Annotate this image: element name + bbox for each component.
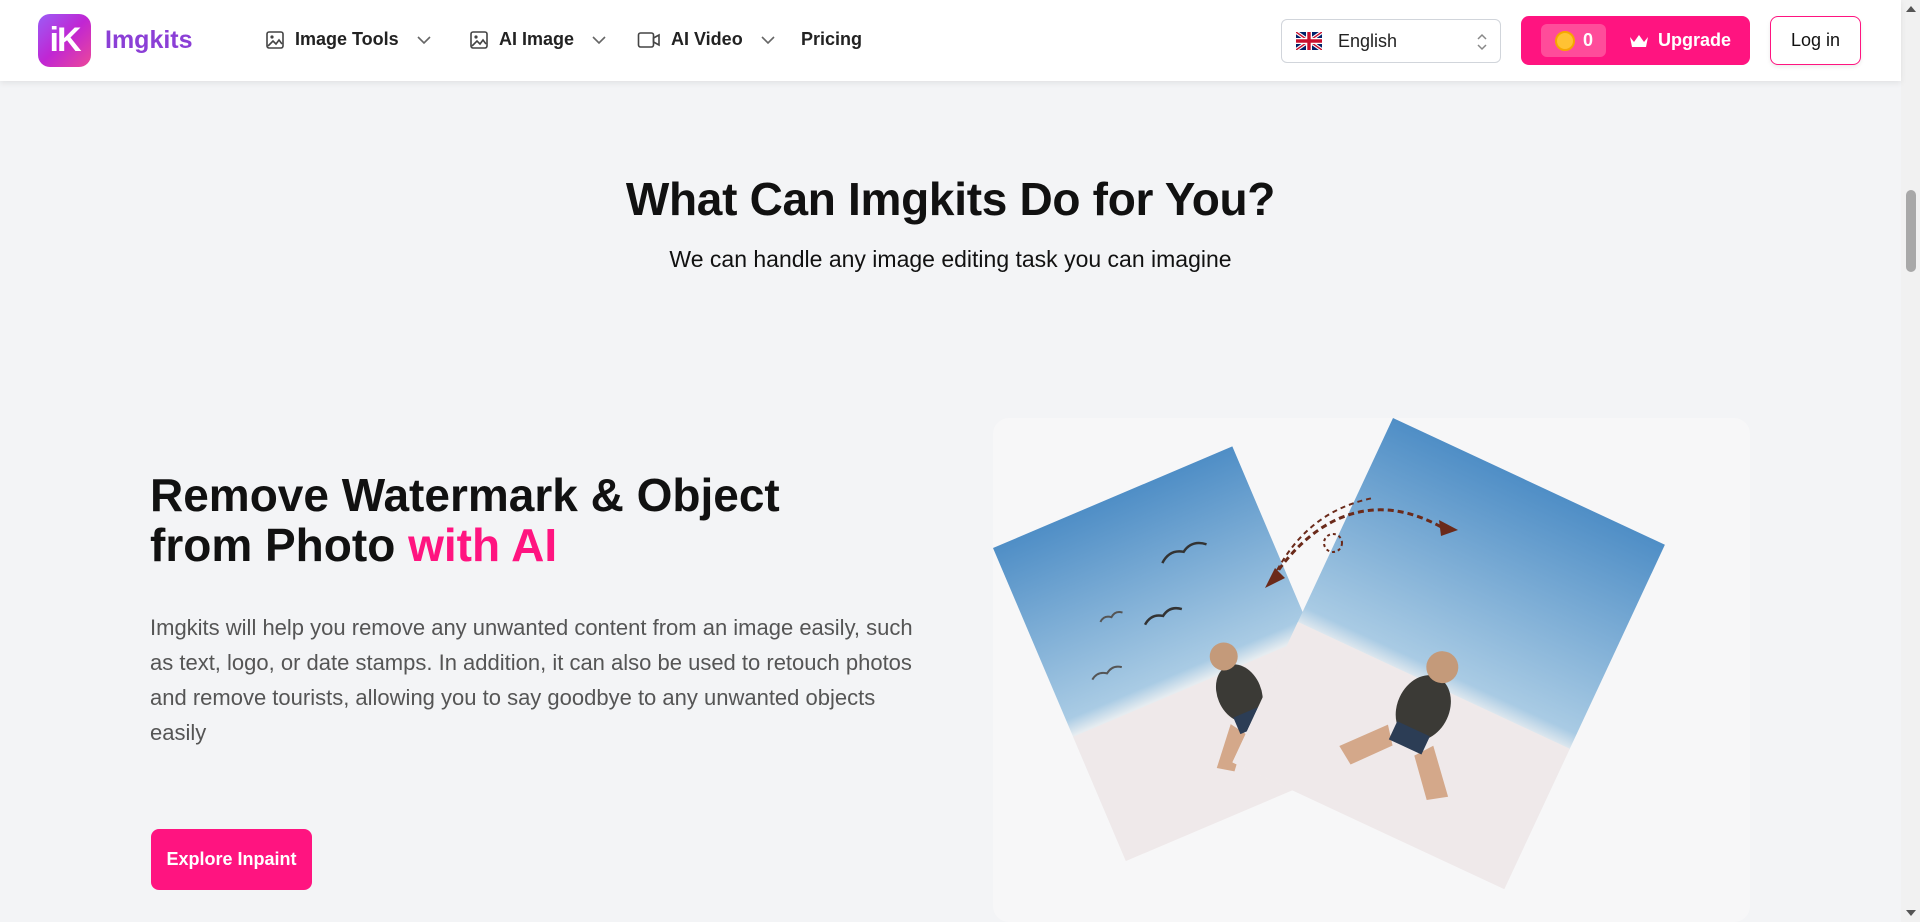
logo[interactable]: iK [38,14,91,67]
uk-flag-icon [1296,32,1322,50]
logo-text: iK [49,21,82,59]
upgrade-label: Upgrade [1658,30,1732,50]
nav-label: AI Video [671,29,743,49]
nav-label: Image Tools [295,29,399,49]
before-after-graphic [993,418,1665,890]
brand-name[interactable]: Imgkits [105,26,193,55]
language-label: English [1338,30,1398,51]
before-after-illustration [993,418,1750,922]
crown-icon [1630,34,1649,47]
upgrade-button[interactable]: 0 Upgrade [1521,16,1750,65]
scroll-up-icon[interactable] [1906,6,1916,12]
nav-pricing[interactable]: Pricing [801,29,862,50]
chevron-down-icon [592,35,606,44]
feature-title: Remove Watermark & Object from Photo wit… [150,470,870,570]
nav-image-tools[interactable]: Image Tools [265,29,431,50]
credits-badge[interactable]: 0 [1541,24,1607,57]
scroll-down-icon[interactable] [1906,910,1916,916]
nav-label: AI Image [499,29,575,49]
nav-label: Pricing [801,29,863,49]
login-button[interactable]: Log in [1770,16,1861,65]
top-header: iK Imgkits Image Tools AI Image AI Video… [0,0,1901,81]
language-select[interactable]: English [1281,19,1501,63]
feature-description: Imgkits will help you remove any unwante… [150,615,913,745]
chevron-down-icon [417,35,431,44]
coin-icon [1555,30,1575,51]
explore-inpaint-button[interactable]: Explore Inpaint [151,829,312,890]
nav-ai-video[interactable]: AI Video [637,29,775,50]
nav-ai-image[interactable]: AI Image [469,29,606,50]
section-subtitle: We can handle any image editing task you… [669,246,1232,272]
page-scrollbar[interactable] [1901,0,1920,922]
image-icon [266,30,284,49]
credits-count: 0 [1583,30,1594,50]
section-title: What Can Imgkits Do for You? [625,173,1276,225]
feature-title-accent: with AI [408,519,558,571]
scroll-thumb[interactable] [1906,190,1916,272]
video-icon [637,31,660,48]
up-down-chevron-icon [1477,33,1487,51]
image-icon [470,30,488,49]
after-photo [1232,418,1665,890]
chevron-down-icon [761,35,775,44]
